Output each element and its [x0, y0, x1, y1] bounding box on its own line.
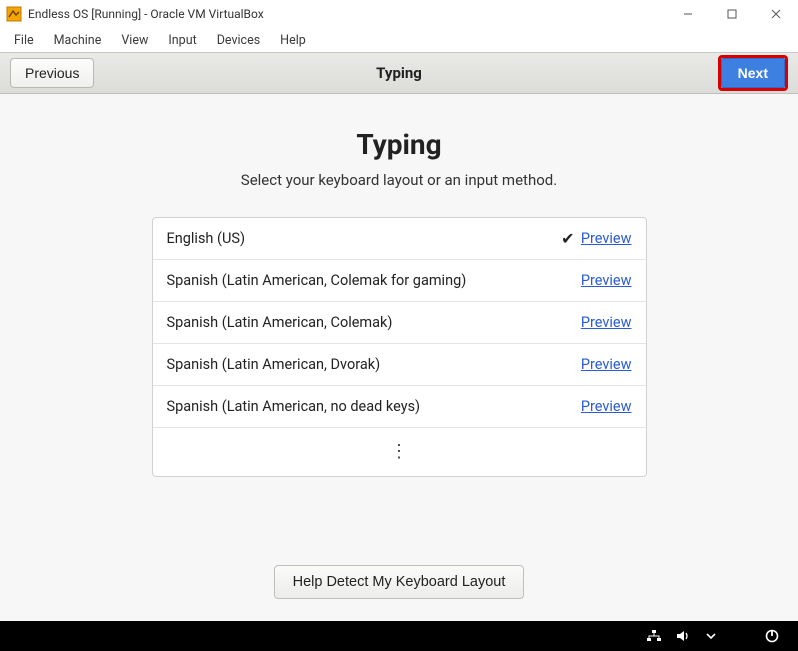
- power-icon[interactable]: [764, 628, 780, 644]
- layout-row[interactable]: Spanish (Latin American, no dead keys) P…: [153, 386, 646, 428]
- layout-name: Spanish (Latin American, Colemak): [167, 314, 555, 331]
- keyboard-layout-list: English (US) ✔ Preview Spanish (Latin Am…: [152, 217, 647, 477]
- maximize-button[interactable]: [710, 0, 754, 28]
- app-icon: [6, 6, 22, 22]
- menu-file[interactable]: File: [4, 30, 44, 51]
- window-title: Endless OS [Running] - Oracle VM Virtual…: [28, 7, 264, 21]
- menubar: File Machine View Input Devices Help: [0, 28, 798, 52]
- layout-name: Spanish (Latin American, no dead keys): [167, 398, 555, 415]
- toolbar: Previous Typing Next: [0, 52, 798, 94]
- next-button[interactable]: Next: [721, 58, 785, 88]
- layout-name: Spanish (Latin American, Dvorak): [167, 356, 555, 373]
- preview-link[interactable]: Preview: [581, 356, 632, 373]
- preview-link[interactable]: Preview: [581, 398, 632, 415]
- preview-link[interactable]: Preview: [581, 272, 632, 289]
- previous-button[interactable]: Previous: [10, 58, 94, 88]
- menu-input[interactable]: Input: [158, 30, 206, 51]
- chevron-down-icon[interactable]: [706, 632, 716, 640]
- more-layouts-button[interactable]: ⋮: [153, 428, 646, 476]
- page-subtitle: Select your keyboard layout or an input …: [0, 171, 798, 189]
- detect-keyboard-button[interactable]: Help Detect My Keyboard Layout: [274, 565, 525, 599]
- menu-machine[interactable]: Machine: [44, 30, 112, 51]
- next-button-highlight: Next: [718, 55, 788, 91]
- main-content: Typing Select your keyboard layout or an…: [0, 94, 798, 621]
- layout-row[interactable]: Spanish (Latin American, Colemak) Previe…: [153, 302, 646, 344]
- network-icon[interactable]: [646, 629, 662, 643]
- menu-help[interactable]: Help: [270, 30, 316, 51]
- toolbar-title: Typing: [0, 64, 798, 82]
- window-controls: [666, 0, 798, 28]
- minimize-button[interactable]: [666, 0, 710, 28]
- layout-row[interactable]: English (US) ✔ Preview: [153, 218, 646, 260]
- window-titlebar: Endless OS [Running] - Oracle VM Virtual…: [0, 0, 798, 28]
- menu-view[interactable]: View: [111, 30, 158, 51]
- page-heading: Typing: [0, 128, 798, 161]
- layout-name: Spanish (Latin American, Colemak for gam…: [167, 272, 555, 289]
- layout-name: English (US): [167, 230, 555, 247]
- preview-link[interactable]: Preview: [581, 230, 632, 247]
- more-icon: ⋮: [390, 447, 408, 458]
- system-tray: [0, 621, 798, 651]
- preview-link[interactable]: Preview: [581, 314, 632, 331]
- layout-row[interactable]: Spanish (Latin American, Colemak for gam…: [153, 260, 646, 302]
- close-button[interactable]: [754, 0, 798, 28]
- menu-devices[interactable]: Devices: [207, 30, 270, 51]
- volume-icon[interactable]: [676, 629, 692, 643]
- layout-row[interactable]: Spanish (Latin American, Dvorak) Preview: [153, 344, 646, 386]
- check-icon: ✔: [555, 229, 581, 248]
